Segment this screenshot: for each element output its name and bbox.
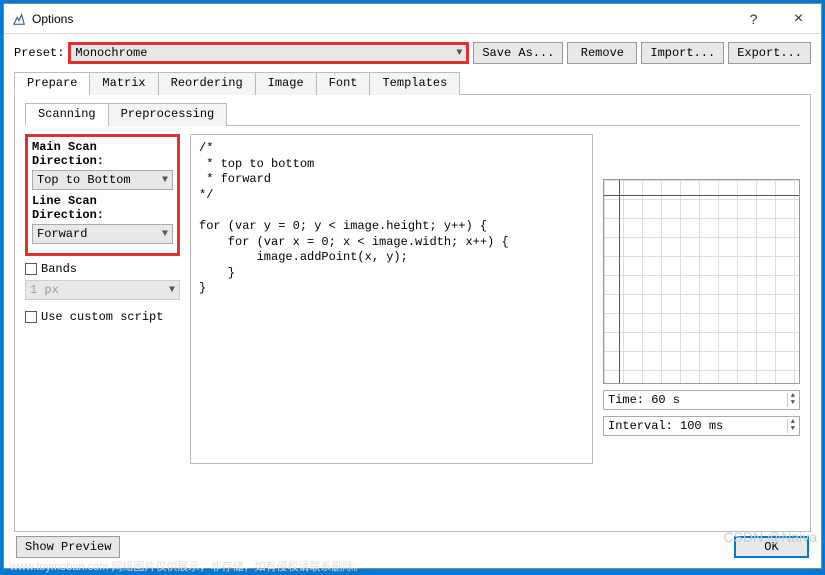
- content: Preset: Monochrome ▼ Save As... Remove I…: [4, 34, 821, 568]
- bands-checkbox[interactable]: [25, 263, 37, 275]
- sub-tabs: Scanning Preprocessing: [25, 103, 800, 126]
- close-button[interactable]: ×: [776, 4, 821, 33]
- line-scan-label: Line Scan Direction:: [32, 194, 173, 222]
- tab-reordering[interactable]: Reordering: [158, 72, 256, 95]
- custom-script-row: Use custom script: [25, 310, 180, 324]
- tab-image[interactable]: Image: [255, 72, 317, 95]
- preset-value: Monochrome: [75, 46, 147, 60]
- time-label: Time: 60 s: [608, 393, 680, 407]
- tab-matrix[interactable]: Matrix: [89, 72, 158, 95]
- bottom-row: Show Preview OK: [14, 536, 811, 560]
- preview-grid: [603, 179, 800, 384]
- chevron-down-icon: ▼: [162, 175, 168, 186]
- custom-script-label: Use custom script: [41, 310, 163, 324]
- options-window: Options ? × Preset: Monochrome ▼ Save As…: [3, 3, 822, 569]
- tab-font[interactable]: Font: [316, 72, 371, 95]
- export-button[interactable]: Export...: [728, 42, 811, 64]
- right-column: Time: 60 s ▲▼ Interval: 100 ms ▲▼: [603, 134, 800, 521]
- bands-label: Bands: [41, 262, 77, 276]
- line-scan-select[interactable]: Forward ▼: [32, 224, 173, 244]
- scan-direction-box: Main Scan Direction: Top to Bottom ▼ Lin…: [25, 134, 180, 256]
- main-tabs: Prepare Matrix Reordering Image Font Tem…: [14, 72, 811, 95]
- main-scan-select[interactable]: Top to Bottom ▼: [32, 170, 173, 190]
- tab-panel: Scanning Preprocessing Main Scan Directi…: [14, 95, 811, 532]
- chevron-down-icon: ▼: [162, 229, 168, 240]
- stepper-icon[interactable]: ▲▼: [787, 419, 795, 433]
- bands-value: 1 px: [30, 283, 59, 297]
- preset-label: Preset:: [14, 46, 64, 60]
- custom-script-checkbox[interactable]: [25, 311, 37, 323]
- bands-value-select: 1 px ▼: [25, 280, 180, 300]
- chevron-down-icon: ▼: [456, 48, 462, 59]
- show-preview-button[interactable]: Show Preview: [16, 536, 120, 558]
- app-icon: [12, 12, 26, 26]
- scan-vline: [619, 180, 620, 383]
- left-column: Main Scan Direction: Top to Bottom ▼ Lin…: [25, 134, 180, 521]
- grid-lines: [604, 180, 799, 383]
- titlebar: Options ? ×: [4, 4, 821, 34]
- subtab-preprocessing[interactable]: Preprocessing: [108, 103, 228, 126]
- preset-row: Preset: Monochrome ▼ Save As... Remove I…: [14, 42, 811, 64]
- tab-prepare[interactable]: Prepare: [14, 72, 90, 95]
- interval-label: Interval: 100 ms: [608, 419, 723, 433]
- bands-row: Bands: [25, 262, 180, 276]
- tab-templates[interactable]: Templates: [369, 72, 460, 95]
- interval-spinner[interactable]: Interval: 100 ms ▲▼: [603, 416, 800, 436]
- import-button[interactable]: Import...: [641, 42, 724, 64]
- ok-button[interactable]: OK: [734, 536, 809, 558]
- save-as-button[interactable]: Save As...: [473, 42, 563, 64]
- window-title: Options: [32, 12, 731, 26]
- preset-select[interactable]: Monochrome ▼: [68, 42, 469, 64]
- help-button[interactable]: ?: [731, 4, 776, 33]
- time-spinner[interactable]: Time: 60 s ▲▼: [603, 390, 800, 410]
- line-scan-value: Forward: [37, 227, 87, 241]
- subtab-scanning[interactable]: Scanning: [25, 103, 109, 126]
- chevron-down-icon: ▼: [169, 285, 175, 296]
- stepper-icon[interactable]: ▲▼: [787, 393, 795, 407]
- scan-hline: [604, 195, 799, 196]
- main-scan-label: Main Scan Direction:: [32, 140, 173, 168]
- remove-button[interactable]: Remove: [567, 42, 637, 64]
- code-area[interactable]: /* * top to bottom * forward */ for (var…: [190, 134, 593, 464]
- work-area: Main Scan Direction: Top to Bottom ▼ Lin…: [25, 134, 800, 521]
- main-scan-value: Top to Bottom: [37, 173, 131, 187]
